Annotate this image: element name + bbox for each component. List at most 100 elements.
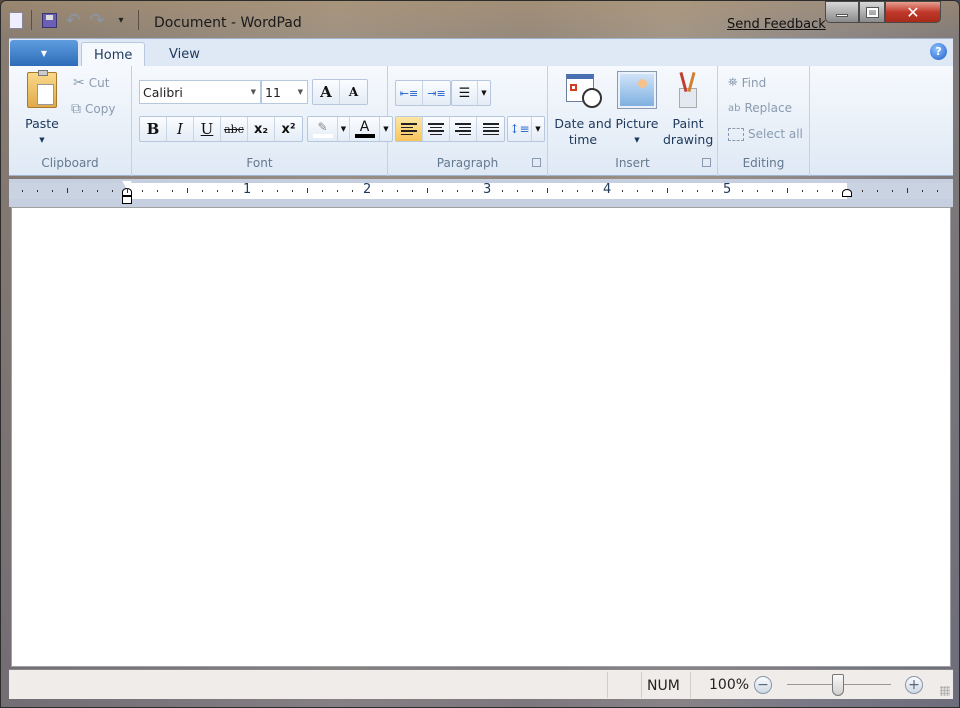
bullet-list-button[interactable]: ☰ bbox=[452, 81, 478, 105]
right-indent-marker[interactable] bbox=[842, 189, 852, 197]
wordpad-app-icon[interactable] bbox=[9, 11, 23, 29]
undo-icon[interactable]: ↶ bbox=[64, 10, 82, 31]
line-spacing-button[interactable]: ↕≡ bbox=[508, 117, 532, 141]
left-indent-marker[interactable] bbox=[122, 196, 132, 204]
justify-button[interactable] bbox=[477, 117, 504, 141]
send-feedback-link[interactable]: Send Feedback bbox=[727, 17, 826, 32]
ruler-tick bbox=[52, 190, 53, 192]
ruler-tick bbox=[187, 188, 188, 193]
zoom-slider-thumb[interactable] bbox=[832, 674, 844, 696]
grow-font-button[interactable]: A bbox=[313, 80, 340, 104]
font-size-select[interactable]: 11 ▼ bbox=[261, 80, 308, 104]
ruler-tick bbox=[412, 190, 413, 192]
align-left-icon bbox=[401, 123, 417, 135]
ruler-tick bbox=[772, 190, 773, 192]
bullet-list-dropdown[interactable]: ▼ bbox=[478, 81, 490, 105]
paragraph-dialog-launcher[interactable] bbox=[532, 158, 541, 167]
group-editing: ⛯ Find ab Replace Select all Editing bbox=[718, 66, 810, 176]
decrease-indent-button[interactable]: ⇤≡ bbox=[396, 81, 423, 105]
font-family-value: Calibri bbox=[143, 84, 183, 100]
replace-button[interactable]: ab Replace bbox=[728, 101, 792, 115]
picture-button[interactable]: Picture ▼ bbox=[616, 71, 659, 148]
highlight-button[interactable]: ✎ bbox=[308, 117, 338, 141]
select-all-button[interactable]: Select all bbox=[728, 127, 803, 141]
close-button[interactable]: ✕ bbox=[885, 1, 941, 23]
shrink-font-button[interactable]: A bbox=[340, 80, 367, 104]
binoculars-icon: ⛯ bbox=[728, 75, 738, 89]
qat-separator bbox=[138, 10, 139, 30]
customize-qat-icon[interactable]: ▾ bbox=[112, 11, 130, 29]
line-spacing-icon: ↕≡ bbox=[509, 122, 530, 136]
underline-button[interactable]: U bbox=[194, 117, 221, 141]
group-paragraph: ⇤≡ ⇥≡ ☰ ▼ ↕≡ ▼ Paragraph bbox=[388, 66, 548, 176]
clipboard-paste-icon bbox=[27, 70, 57, 108]
align-center-button[interactable] bbox=[423, 117, 450, 141]
increase-indent-button[interactable]: ⇥≡ bbox=[423, 81, 450, 105]
application-menu-button[interactable]: ▼ bbox=[10, 40, 78, 260]
text-color-icon: A bbox=[359, 119, 370, 135]
select-all-label: Select all bbox=[748, 127, 803, 141]
strikethrough-icon: abc bbox=[224, 122, 244, 136]
ruler-number: 1 bbox=[243, 182, 252, 197]
highlight-dropdown[interactable]: ▼ bbox=[338, 117, 350, 141]
ruler-tick bbox=[547, 188, 548, 193]
copy-button[interactable]: ⧉ Copy bbox=[71, 101, 115, 117]
italic-button[interactable]: I bbox=[167, 117, 194, 141]
ruler-tick bbox=[457, 190, 458, 192]
tab-view[interactable]: View bbox=[157, 42, 212, 67]
tab-home[interactable]: Home bbox=[81, 42, 146, 67]
select-all-icon bbox=[728, 127, 744, 141]
ruler-tick bbox=[217, 190, 218, 192]
ruler-tick bbox=[712, 190, 713, 192]
document-editor[interactable] bbox=[11, 207, 951, 667]
line-spacing-dropdown[interactable]: ▼ bbox=[532, 117, 544, 141]
ruler-tick bbox=[877, 190, 878, 192]
help-icon[interactable]: ? bbox=[930, 43, 947, 60]
insert-dialog-launcher[interactable] bbox=[702, 158, 711, 167]
align-right-icon bbox=[455, 123, 471, 135]
ruler-tick bbox=[862, 190, 863, 192]
ruler-tick bbox=[97, 190, 98, 192]
zoom-in-button[interactable]: + bbox=[905, 676, 923, 694]
subscript-button[interactable]: x₂ bbox=[248, 117, 275, 141]
save-icon[interactable] bbox=[40, 11, 58, 29]
ruler-tick bbox=[817, 190, 818, 192]
maximize-button[interactable] bbox=[859, 1, 885, 23]
ruler-number: 5 bbox=[723, 182, 732, 197]
font-size-value: 11 bbox=[265, 84, 281, 100]
chevron-down-icon: ▼ bbox=[634, 136, 640, 144]
strikethrough-button[interactable]: abc bbox=[221, 117, 248, 141]
ruler-tick bbox=[67, 188, 68, 193]
find-button[interactable]: ⛯ Find bbox=[728, 75, 766, 90]
date-time-label: Date and time bbox=[554, 116, 612, 147]
ruler-tick bbox=[832, 190, 833, 192]
bullet-list-icon: ☰ bbox=[458, 85, 471, 101]
bold-button[interactable]: B bbox=[140, 117, 167, 141]
decrease-indent-icon: ⇤≡ bbox=[399, 86, 419, 100]
qat-separator bbox=[31, 10, 32, 30]
ruler-tick bbox=[337, 190, 338, 192]
font-style-buttons: B I U abc x₂ x² bbox=[139, 116, 303, 142]
ruler-tick bbox=[142, 190, 143, 192]
resize-grip-icon[interactable] bbox=[940, 686, 950, 696]
ruler-tick bbox=[427, 188, 428, 193]
status-separator bbox=[607, 672, 608, 698]
minus-icon: − bbox=[757, 677, 769, 693]
align-right-button[interactable] bbox=[450, 117, 477, 141]
zoom-level[interactable]: 100% bbox=[709, 677, 749, 693]
cut-button[interactable]: ✂ Cut bbox=[73, 75, 109, 91]
zoom-out-button[interactable]: − bbox=[754, 676, 772, 694]
ruler-tick bbox=[202, 190, 203, 192]
paste-button[interactable]: Paste ▼ bbox=[23, 70, 61, 148]
minimize-button[interactable] bbox=[825, 1, 859, 23]
superscript-button[interactable]: x² bbox=[275, 117, 302, 141]
copy-icon: ⧉ bbox=[71, 101, 81, 117]
date-time-button[interactable]: Date and time bbox=[554, 72, 612, 148]
window-title: Document - WordPad bbox=[154, 15, 302, 31]
ruler[interactable]: 1 2 3 4 5 bbox=[9, 179, 953, 207]
font-family-select[interactable]: Calibri ▼ bbox=[139, 80, 261, 104]
paint-drawing-button[interactable]: Paint drawing bbox=[662, 71, 714, 148]
text-color-button[interactable]: A bbox=[350, 117, 380, 141]
align-left-button[interactable] bbox=[396, 117, 423, 141]
redo-icon[interactable]: ↷ bbox=[88, 10, 106, 31]
